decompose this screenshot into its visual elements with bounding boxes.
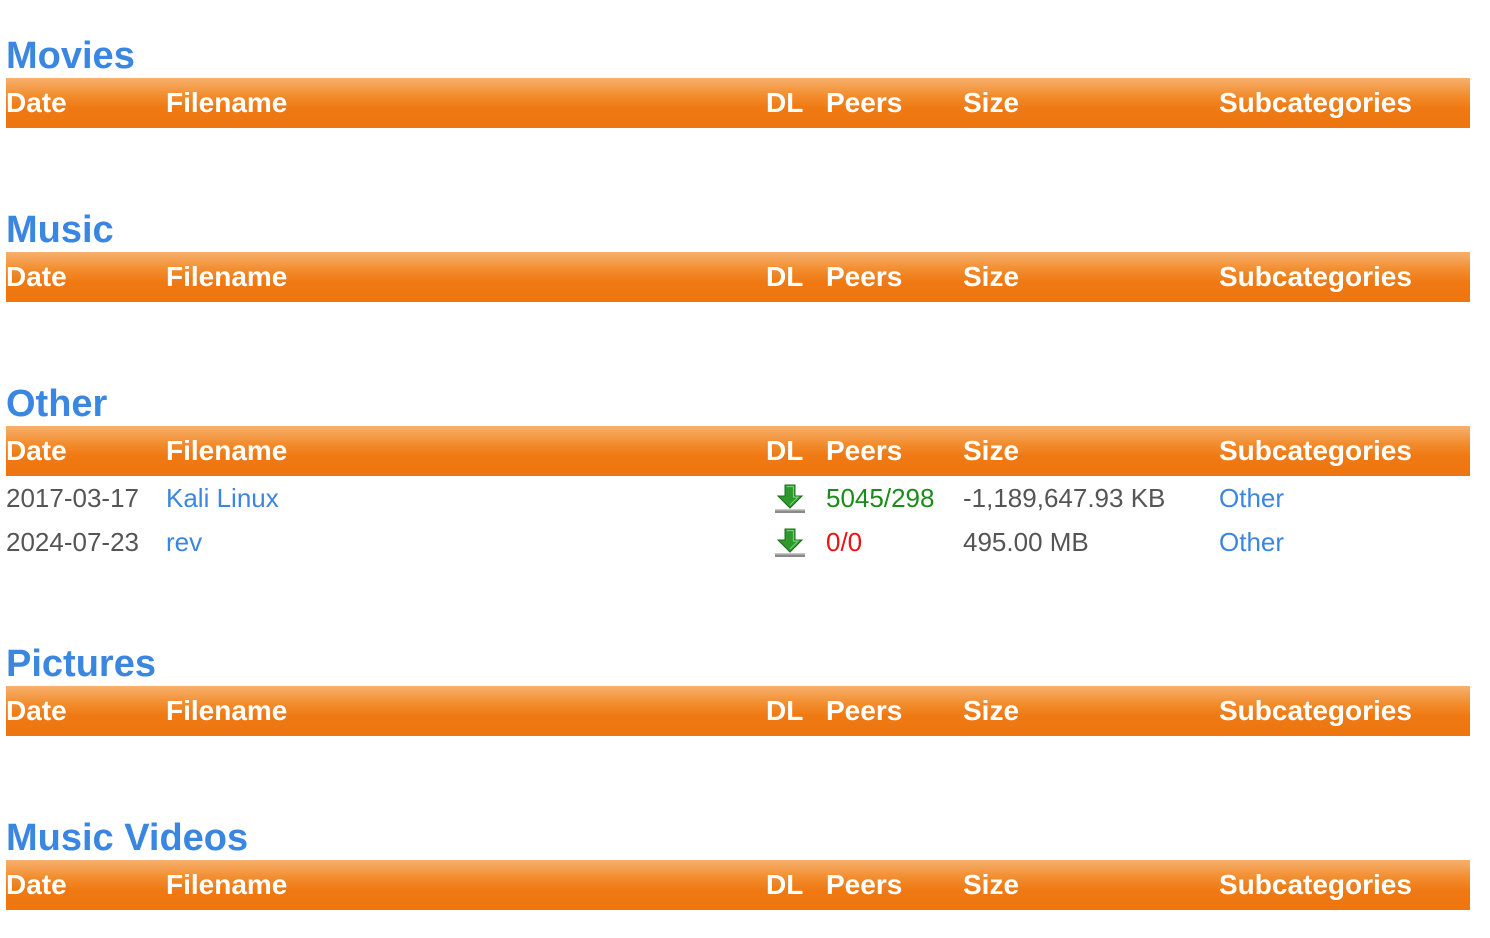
column-header-peers[interactable]: Peers	[826, 426, 902, 476]
column-header-filename[interactable]: Filename	[166, 78, 287, 128]
column-header-dl[interactable]: DL	[766, 426, 803, 476]
table-header: Date Filename DL Peers Size Subcategorie…	[6, 78, 1470, 128]
section-title: Music Videos	[6, 817, 249, 859]
column-header-peers[interactable]: Peers	[826, 860, 902, 910]
column-header-date[interactable]: Date	[6, 426, 67, 476]
column-header-date[interactable]: Date	[6, 860, 67, 910]
subcategory-link[interactable]: Other	[1219, 476, 1284, 520]
row-date: 2017-03-17	[6, 483, 139, 513]
column-header-filename[interactable]: Filename	[166, 860, 287, 910]
section-title: Music	[6, 209, 114, 251]
column-header-subcategories[interactable]: Subcategories	[1219, 252, 1412, 302]
section-music-videos: Music Videos Date Filename DL Peers Size…	[6, 816, 1470, 910]
table-header: Date Filename DL Peers Size Subcategorie…	[6, 860, 1470, 910]
section-title: Other	[6, 383, 108, 425]
subcategory-link[interactable]: Other	[1219, 520, 1284, 564]
table-row: 2017-03-17 Kali Linux 5045/298 -1,189,64…	[6, 476, 1470, 520]
column-header-peers[interactable]: Peers	[826, 686, 902, 736]
column-header-dl[interactable]: DL	[766, 252, 803, 302]
row-date: 2024-07-23	[6, 527, 139, 557]
column-header-filename[interactable]: Filename	[166, 426, 287, 476]
section-pictures: Pictures Date Filename DL Peers Size Sub…	[6, 642, 1470, 736]
column-header-subcategories[interactable]: Subcategories	[1219, 686, 1412, 736]
column-header-dl[interactable]: DL	[766, 860, 803, 910]
column-header-dl[interactable]: DL	[766, 686, 803, 736]
column-header-subcategories[interactable]: Subcategories	[1219, 78, 1412, 128]
section-music: Music Date Filename DL Peers Size Subcat…	[6, 208, 1470, 302]
filename-link[interactable]: Kali Linux	[166, 476, 279, 520]
column-header-date[interactable]: Date	[6, 252, 67, 302]
column-header-size[interactable]: Size	[963, 252, 1019, 302]
table-row: 2024-07-23 rev 0/0 495.00 MB Other	[6, 520, 1470, 564]
column-header-date[interactable]: Date	[6, 686, 67, 736]
table-header: Date Filename DL Peers Size Subcategorie…	[6, 252, 1470, 302]
row-peers: 5045/298	[826, 483, 935, 513]
column-header-filename[interactable]: Filename	[166, 686, 287, 736]
column-header-size[interactable]: Size	[963, 686, 1019, 736]
download-arrow-icon[interactable]	[772, 527, 808, 559]
column-header-size[interactable]: Size	[963, 78, 1019, 128]
row-size: 495.00 MB	[963, 527, 1089, 557]
column-header-filename[interactable]: Filename	[166, 252, 287, 302]
column-header-peers[interactable]: Peers	[826, 78, 902, 128]
row-peers: 0/0	[826, 527, 863, 557]
column-header-size[interactable]: Size	[963, 426, 1019, 476]
download-arrow-icon[interactable]	[772, 483, 808, 515]
section-movies: Movies Date Filename DL Peers Size Subca…	[6, 34, 1470, 128]
table-header: Date Filename DL Peers Size Subcategorie…	[6, 426, 1470, 476]
column-header-size[interactable]: Size	[963, 860, 1019, 910]
column-header-date[interactable]: Date	[6, 78, 67, 128]
section-other: Other Date Filename DL Peers Size Subcat…	[6, 382, 1470, 564]
filename-link[interactable]: rev	[166, 520, 202, 564]
section-title: Pictures	[6, 643, 156, 685]
section-title: Movies	[6, 35, 135, 77]
column-header-subcategories[interactable]: Subcategories	[1219, 426, 1412, 476]
row-size: -1,189,647.93 KB	[963, 483, 1166, 513]
column-header-peers[interactable]: Peers	[826, 252, 902, 302]
column-header-dl[interactable]: DL	[766, 78, 803, 128]
table-header: Date Filename DL Peers Size Subcategorie…	[6, 686, 1470, 736]
column-header-subcategories[interactable]: Subcategories	[1219, 860, 1412, 910]
